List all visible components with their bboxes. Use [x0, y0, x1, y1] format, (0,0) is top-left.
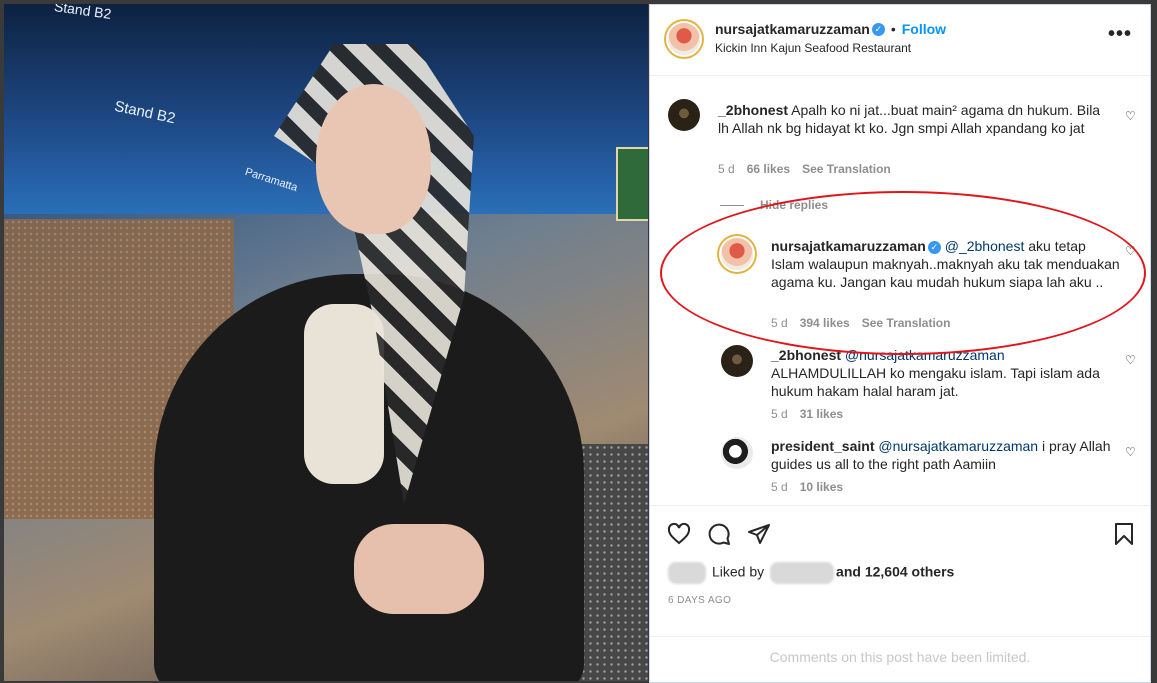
post-location[interactable]: Kickin Inn Kajun Seafood Restaurant: [715, 41, 911, 55]
comments-limited-notice: Comments on this post have been limited.: [769, 649, 1031, 665]
comment-age: 5 d: [718, 162, 735, 176]
photo-person-hands: [354, 524, 484, 614]
reply-meta: 5 d 31 likes: [771, 407, 855, 421]
more-options-icon[interactable]: •••: [1108, 23, 1132, 46]
liked-by-line: Liked by and 12,604 others: [668, 562, 954, 584]
highlight-oval: [660, 191, 1146, 355]
reply-age: 5 d: [771, 480, 788, 494]
reply-avatar[interactable]: [721, 437, 753, 469]
heart-icon[interactable]: [667, 522, 691, 546]
reply-likes[interactable]: 31 likes: [800, 407, 843, 421]
post-actions: Liked by and 12,604 others 6 DAYS AGO Co…: [650, 505, 1150, 666]
send-icon[interactable]: [747, 522, 771, 546]
author-username[interactable]: nursajatkamaruzzaman: [715, 21, 870, 37]
photo-restaurant-sign: [616, 147, 648, 221]
see-translation-link[interactable]: See Translation: [802, 162, 891, 176]
bookmark-icon[interactable]: [1113, 522, 1135, 546]
comment-likes[interactable]: 66 likes: [747, 162, 790, 176]
follow-button[interactable]: Follow: [902, 21, 946, 37]
comment-like-heart-icon[interactable]: ♡: [1125, 109, 1137, 123]
reply-like-heart-icon[interactable]: ♡: [1125, 353, 1137, 367]
separator-dot: •: [890, 21, 896, 37]
liked-by-count[interactable]: and 12,604 others: [836, 564, 954, 580]
author-line: nursajatkamaruzzaman ✓ • Follow: [715, 21, 946, 39]
photo-person-face: [316, 84, 431, 234]
commenter-avatar[interactable]: [668, 99, 700, 131]
hide-replies-line: [720, 205, 744, 207]
reply-age: 5 d: [771, 407, 788, 421]
photo-person-shirt: [304, 304, 384, 484]
post-photo[interactable]: Stand B2 Stand B2 Parramatta: [4, 4, 648, 681]
verified-badge-icon: ✓: [871, 23, 885, 37]
comment-meta: 5 d 66 likes See Translation: [718, 162, 903, 176]
post-header: nursajatkamaruzzaman ✓ • Follow Kickin Inn …: [650, 5, 1150, 76]
author-avatar[interactable]: [668, 23, 700, 55]
reply-username[interactable]: president_saint: [771, 438, 874, 454]
reply-meta: 5 d 10 likes: [771, 480, 855, 494]
reply-body: ALHAMDULILLAH ko mengaku islam. Tapi isl…: [771, 365, 1100, 399]
reply-text: president_saint @nursajatkamaruzzaman i …: [771, 437, 1121, 473]
liker-avatar-blurred[interactable]: [668, 562, 706, 584]
reply-likes[interactable]: 10 likes: [800, 480, 843, 494]
reply-text: _2bhonest @nursajatkamaruzzaman ALHAMDUL…: [771, 346, 1121, 400]
post-timestamp[interactable]: 6 DAYS AGO: [668, 595, 731, 606]
reply-like-heart-icon[interactable]: ♡: [1125, 445, 1137, 459]
commenter-username[interactable]: _2bhonest: [718, 102, 788, 118]
liker-name-blurred[interactable]: [770, 562, 835, 584]
comment-text: _2bhonest Apalh ko ni jat...buat main² a…: [718, 101, 1108, 137]
reply-mention[interactable]: @nursajatkamaruzzaman: [878, 438, 1038, 454]
comment-icon[interactable]: [707, 522, 731, 546]
reply-avatar[interactable]: [721, 345, 753, 377]
footer-divider: [650, 636, 1150, 637]
liked-by-prefix: Liked by: [712, 563, 765, 580]
